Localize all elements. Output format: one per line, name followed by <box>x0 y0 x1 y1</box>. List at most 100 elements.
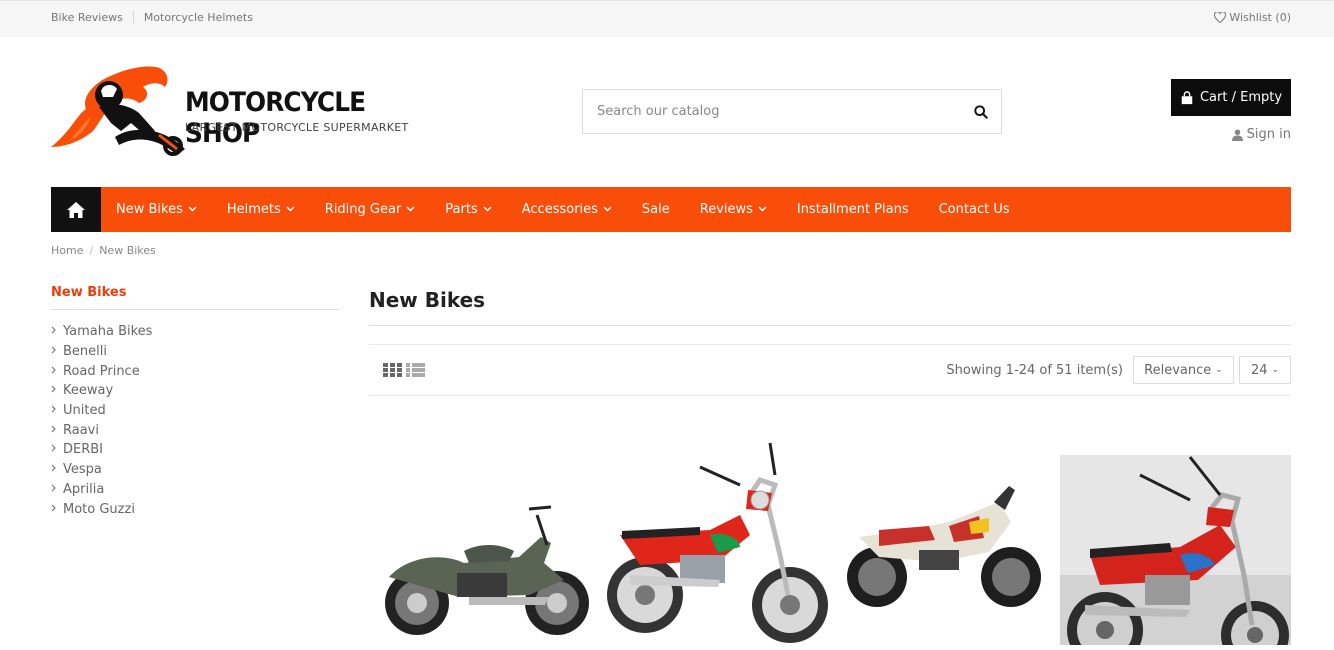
nav-item-label: Reviews <box>699 202 753 217</box>
sidebar-title[interactable]: New Bikes <box>51 285 339 310</box>
sidebar-item-label: Yamaha Bikes <box>63 324 153 340</box>
sidebar-item-label: Benelli <box>63 344 107 360</box>
nav-item-label: Installment Plans <box>796 202 909 217</box>
search-box <box>582 89 1002 134</box>
sort-value: Relevance <box>1144 362 1212 378</box>
search-icon[interactable] <box>961 104 1001 119</box>
user-icon <box>1231 129 1243 141</box>
wishlist-link[interactable]: Wishlist (0) <box>1214 11 1291 24</box>
breadcrumb-separator: / <box>89 244 94 257</box>
page-title: New Bikes <box>369 280 1291 326</box>
header: MOTORCYCLE SHOP LARGEST MOTORCYCLE SUPER… <box>0 37 1334 187</box>
grid-view-icon[interactable] <box>383 363 402 377</box>
nav-item-accessories[interactable]: Accessories <box>507 187 627 232</box>
product-photo-frame <box>1060 455 1291 645</box>
search-input[interactable] <box>583 90 961 133</box>
nav-item-new-bikes[interactable]: New Bikes <box>101 187 212 232</box>
chevron-down-icon: ⌄ <box>1271 365 1280 375</box>
sidebar-item-label: Raavi <box>63 422 99 438</box>
sidebar-item-label: Road Prince <box>63 363 140 379</box>
nav-item-label: Riding Gear <box>324 202 402 217</box>
per-page-value: 24 <box>1250 362 1268 378</box>
chevron-right-icon <box>51 464 56 475</box>
cruiser-motorcycle-image[interactable] <box>369 485 599 650</box>
home-icon <box>67 201 85 218</box>
nav-item-label: Contact Us <box>938 202 1010 217</box>
logo-subtitle: LARGEST MOTORCYCLE SUPERMARKET <box>185 121 409 134</box>
sidebar-item-label: Aprilia <box>63 481 105 497</box>
product-count: Showing 1-24 of 51 item(s) <box>946 362 1123 378</box>
sidebar-item-raavi[interactable]: Raavi <box>51 420 339 440</box>
nav-item-label: Parts <box>445 202 478 217</box>
chevron-down-icon: ⌄ <box>1215 365 1223 375</box>
nav-item-parts[interactable]: Parts <box>430 187 506 232</box>
sidebar-item-label: United <box>63 403 106 419</box>
sidebar-item-derbi[interactable]: DERBI <box>51 440 339 460</box>
sidebar-item-road-prince[interactable]: Road Prince <box>51 361 339 381</box>
chevron-right-icon <box>51 346 56 357</box>
adventure-motorcycle-image[interactable] <box>839 482 1049 612</box>
top-links: Bike Reviews Motorcycle Helmets <box>51 11 263 24</box>
sidebar-item-label: Moto Guzzi <box>63 501 135 517</box>
shopping-bag-icon <box>1181 90 1193 104</box>
product-toolbar: Showing 1-24 of 51 item(s) Relevance ⌄ 2… <box>369 344 1291 396</box>
chevron-down-icon <box>406 204 415 215</box>
chevron-right-icon <box>51 425 56 436</box>
site-logo[interactable]: MOTORCYCLE SHOP LARGEST MOTORCYCLE SUPER… <box>51 61 421 161</box>
breadcrumb-home[interactable]: Home <box>51 244 83 257</box>
nav-item-riding-gear[interactable]: Riding Gear <box>310 187 431 232</box>
chevron-right-icon <box>51 405 56 416</box>
home-button[interactable] <box>51 187 101 232</box>
sidebar-item-benelli[interactable]: Benelli <box>51 342 339 362</box>
view-switcher <box>383 363 425 377</box>
sidebar-item-aprilia[interactable]: Aprilia <box>51 480 339 500</box>
nav-item-reviews[interactable]: Reviews <box>685 187 782 232</box>
chevron-right-icon <box>51 326 56 337</box>
nav-item-sale[interactable]: Sale <box>627 187 685 232</box>
nav-item-label: New Bikes <box>116 202 183 217</box>
chevron-right-icon <box>51 444 56 455</box>
chevron-right-icon <box>51 366 56 377</box>
red-standard-motorcycle-photo[interactable] <box>1060 455 1291 645</box>
heart-icon <box>1214 12 1227 23</box>
main-content: New Bikes Showing 1-24 of 51 item(s) Rel… <box>369 280 1291 396</box>
chevron-down-icon <box>603 204 612 215</box>
top-link-bike-reviews[interactable]: Bike Reviews <box>51 11 133 24</box>
chevron-right-icon <box>51 385 56 396</box>
per-page-select[interactable]: 24 ⌄ <box>1239 356 1291 384</box>
sidebar-item-moto-guzzi[interactable]: Moto Guzzi <box>51 499 339 519</box>
chevron-right-icon <box>51 504 56 515</box>
breadcrumb: Home / New Bikes <box>51 244 156 257</box>
category-sidebar: New Bikes Yamaha Bikes Benelli Road Prince… <box>51 285 339 519</box>
wishlist-label: Wishlist (0) <box>1229 11 1291 24</box>
sort-select[interactable]: Relevance ⌄ <box>1133 356 1234 384</box>
cart-button[interactable]: Cart / Empty <box>1171 79 1291 116</box>
main-nav: New Bikes Helmets Riding Gear Parts Accessor… <box>51 187 1291 232</box>
sign-in-link[interactable]: Sign in <box>1231 127 1291 142</box>
sidebar-list: Yamaha Bikes Benelli Road Prince Keeway Unit… <box>51 322 339 519</box>
sidebar-item-yamaha-bikes[interactable]: Yamaha Bikes <box>51 322 339 342</box>
list-view-icon[interactable] <box>406 363 425 377</box>
chevron-down-icon <box>188 204 197 215</box>
sidebar-item-keeway[interactable]: Keeway <box>51 381 339 401</box>
cart-label: Cart / Empty <box>1199 90 1283 105</box>
nav-item-contact-us[interactable]: Contact Us <box>924 187 1025 232</box>
sidebar-item-united[interactable]: United <box>51 401 339 421</box>
chevron-down-icon <box>286 204 295 215</box>
red-standard-motorcycle-image[interactable] <box>600 435 830 647</box>
chevron-down-icon <box>758 204 767 215</box>
top-link-motorcycle-helmets[interactable]: Motorcycle Helmets <box>132 11 263 24</box>
sign-in-label: Sign in <box>1246 127 1291 142</box>
nav-item-installment-plans[interactable]: Installment Plans <box>782 187 924 232</box>
breadcrumb-current[interactable]: New Bikes <box>99 244 156 257</box>
sidebar-item-vespa[interactable]: Vespa <box>51 460 339 480</box>
motorcycle-rider-logo-icon <box>51 66 185 156</box>
chevron-down-icon <box>483 204 492 215</box>
product-grid <box>369 430 1291 645</box>
nav-item-label: Sale <box>641 202 670 217</box>
logo-title: MOTORCYCLE SHOP <box>185 87 366 149</box>
nav-item-label: Helmets <box>226 202 281 217</box>
chevron-right-icon <box>51 484 56 495</box>
top-bar: Bike Reviews Motorcycle Helmets Wishlist… <box>0 0 1334 37</box>
nav-item-helmets[interactable]: Helmets <box>212 187 310 232</box>
